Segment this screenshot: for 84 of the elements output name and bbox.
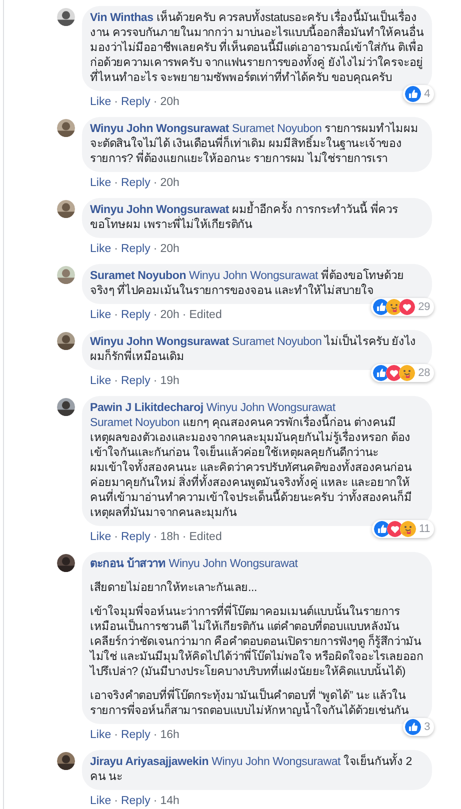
timestamp[interactable]: 18h [160,530,180,544]
separator-dot: · [114,308,118,322]
mention-link[interactable]: Winyu John Wongsurawat [206,402,336,414]
separator-dot: · [114,242,118,256]
comment-text: Winyu John Wongsurawat Suramet Noyubon ไม่เป็นไรครับ ยังไงผมก็รักพี่เหมือนเดิม [90,335,424,365]
like-link[interactable]: Like [90,530,112,544]
like-link[interactable]: Like [90,728,112,742]
thumbs-up-icon [373,365,390,381]
separator-dot: · [153,794,158,808]
mention-link[interactable]: Suramet Noyubon [232,123,322,135]
reaction-count: 11 [418,522,430,536]
timestamp[interactable]: 16h [160,728,180,742]
comment-paragraph: เข้าใจมุมพี่จอห์นนะว่าการที่พี่โบ๊ตมาคอมเมนต์แบบนั้นในรายการเหมือนเป็นการชวนตี ไม่ให้เกียรติกัน แต่คำตอบที่ตอบแบบหลังมันเคลียร์กว่าชัดเจนกว่ามาก คือคำตอบตอนเปิดรายการฟังๆดู ก็รู้สึกว่ามันไม่ใช่ และมันมีมุมให้คิดไปได้ว่าพี่โบ๊ตไม่พอใจ หรือผิดใจอะไรเลยออกไปรึเปล่า? (มันมีบางประโยคบางบริบทที่แฝงนัยยะให้คิดแบบนั้นได้) [90,605,424,680]
timestamp[interactable]: 14h [160,794,180,808]
separator-dot: · [114,530,118,544]
author-link[interactable]: ตะกอน บ้าสวาท [90,558,166,570]
mention-link[interactable]: Suramet Noyubon [232,336,322,348]
separator-dot: · [153,728,158,742]
like-link[interactable]: Like [90,176,112,190]
reply-link[interactable]: Reply [120,374,150,388]
edited-label[interactable]: Edited [189,308,222,322]
timestamp[interactable]: 20h [160,176,180,190]
separator-dot: · [114,794,118,808]
mention-link[interactable]: Winyu John Wongsurawat [168,558,298,570]
author-link[interactable]: Vin Winthas [90,12,154,24]
author-link[interactable]: Winyu John Wongsurawat [90,123,230,135]
comment-text: Winyu John Wongsurawat Suramet Noyubon รายการผมทำไมผมจะตัดสินใจไม่ได้ เงินเดือนพี่ก็เท่าเดิม ผมมีสิทธิ์มะในฐานะเจ้าของรายการ? พี่ต้องแยกแยะให้ออกนะ รายการผม ไม่ใช่รายการเรา [90,122,420,167]
separator-dot: · [153,374,158,388]
separator-dot: · [153,176,158,190]
comment-paragraph: เสียดายไม่อยากให้ทะเลาะกันเลย... [90,581,258,596]
reply-link[interactable]: Reply [120,308,150,322]
reaction-count: 28 [418,366,430,380]
separator-dot: · [153,95,158,109]
author-link[interactable]: Pawin J Likitdecharoj [90,402,204,414]
author-link[interactable]: Winyu John Wongsurawat [90,336,230,348]
reaction-count: 4 [424,87,430,101]
timestamp[interactable]: 19h [160,374,180,388]
reaction-count: 29 [418,300,430,314]
heart-icon [386,365,402,381]
separator-dot: · [182,530,186,544]
like-link[interactable]: Like [90,95,112,109]
author-link[interactable]: Jirayu Ariyasajjawekin [90,756,209,768]
thumbs-up-icon [405,86,422,102]
author-link[interactable]: Suramet Noyubon [90,270,186,282]
comment-text: Pawin J Likitdecharoj Winyu John Wongsurawat Suramet Noyubon แยกๆ คุณสองคนควรพักเรื่องนี้ก่อน ต่างคนมีเหตุผลของตัวเองและมองจากคนละมุมมันคุยกันไม่รู้เรื่องหรอก ต้องเข้าใจกันและกันก่อน ใจเย็นแล้วค่อยใช้เหตุผลคุยกันดีกว่านะ ผมเข้าใจทั้งสองคนนะ และคิดว่าควรปรับทัศนคติของทั้งสองคนก่อนค่อยมาคุยกันใหม่ สิ่งที่ทั้งสองคนพูดมันจริงทั้งคู่ แหละ และอยากให้คนที่เข้ามาอ่านทำความเข้าใจประเด็นนี้ด้วยนะครับ ว่าทั้งสองคนก็มีเหตุผลที่มันมาจากคนละมุมกัน [90,401,413,521]
hugging-face-icon [386,299,402,315]
mention-link[interactable]: Suramet Noyubon [90,417,180,429]
hugging-face-icon [400,521,416,537]
thumbs-up-icon [405,719,422,735]
mention-link[interactable]: Winyu John Wongsurawat [189,270,318,282]
separator-dot: · [153,308,158,322]
thumbs-up-icon [374,521,390,537]
reply-link[interactable]: Reply [120,95,150,109]
timestamp[interactable]: 20h [160,308,180,322]
author-link[interactable]: Winyu John Wongsurawat [90,204,230,216]
heart-icon [399,299,416,315]
reply-link[interactable]: Reply [120,242,150,256]
like-link[interactable]: Like [90,374,112,388]
mention-link[interactable]: Winyu John Wongsurawat [212,756,341,768]
separator-dot: · [153,242,158,256]
separator-dot: · [114,728,118,742]
comment-paragraph: เอาจริงคำตอบที่พี่โบ๊ตกระทุ้งมามันเป็นคำตอบที่ “พูดได้” นะ แล้วในรายการพี่จอห์นก็สามารถตอบแบบไม่หักหาญน้ำใจกันได้ด้วยเช่นกัน [90,689,424,719]
separator-dot: · [114,176,118,190]
timestamp[interactable]: 20h [160,95,180,109]
separator-dot: · [182,308,186,322]
reply-link[interactable]: Reply [120,794,150,808]
timestamp[interactable]: 20h [160,242,180,256]
like-link[interactable]: Like [90,242,112,256]
reply-link[interactable]: Reply [120,176,150,190]
edited-label[interactable]: Edited [189,530,222,544]
reply-link[interactable]: Reply [120,530,150,544]
comment-text: Suramet Noyubon Winyu John Wongsurawat พี่ต้องขอโทษด้วยจริงๆ ที่ไปคอมเม้นในรายการของจอน และทำให้ไม่สบายใจ [90,269,424,299]
hugging-face-icon [399,365,416,381]
reply-link[interactable]: Reply [120,728,150,742]
thumbs-up-icon [373,299,390,315]
reaction-count: 3 [424,720,430,734]
separator-dot: · [114,374,118,388]
comment-text: Vin Winthas เห็นด้วยครับ ควรลบทั้งstatusอะครับ เรื่องนี้มันเป็นเรื่องงาน ควรจบกันภายในมากกว่า มาบ่นอะไรแบบนี้ออกสื่อมันทำให้คนอื่นมองว่าไม่มีออาชีพเลยครับ ที่เห็นตอนนี้มีแต่เอาอารมณ์เข้าใส่กัน ติเพื่อก่อด้วยความเคารพครับ จากแฟนรายการของทั้งคู่ ยังไงไม่ว่าใครจะอยู่ที่ไหนทำอะไร จะพยายามซัพพอร์ตเท่าที่ทำได้ครับ ขอบคุณครับ [90,11,424,86]
comment-text: Winyu John Wongsurawat ผมย้ำอีกครั้ง การกระทำวันนี้ พี่ควรขอโทษผม เพราะพี่ไม่ให้เกียรติกัน [90,203,424,233]
like-link[interactable]: Like [90,308,112,322]
like-link[interactable]: Like [90,794,112,808]
separator-dot: · [153,530,158,544]
separator-dot: · [114,95,118,109]
comment-text: Jirayu Ariyasajjawekin Winyu John Wongsurawat ใจเย็นกันทั้ง 2 คน นะ [90,755,424,785]
